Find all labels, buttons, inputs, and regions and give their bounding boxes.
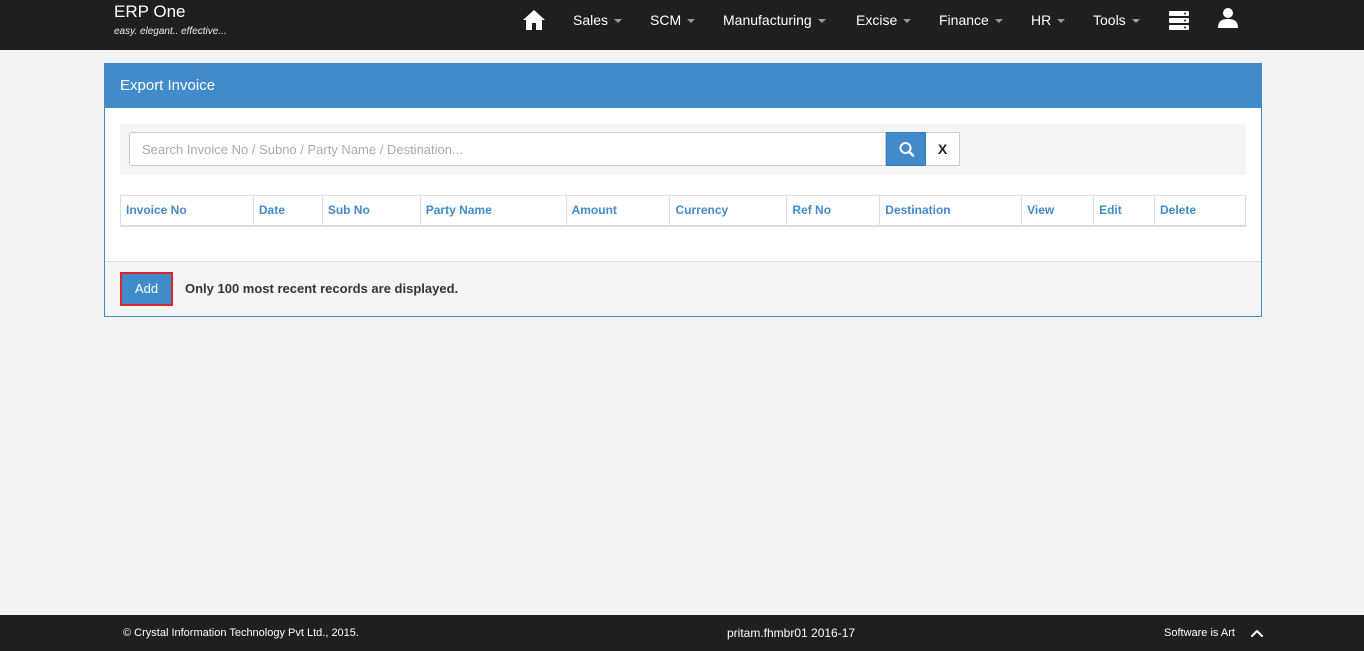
table-header-row: Invoice No Date Sub No Party Name Amount… xyxy=(120,195,1246,227)
caret-down-icon xyxy=(1131,19,1140,24)
column-header-edit: Edit xyxy=(1093,195,1155,227)
caret-down-icon xyxy=(614,19,623,24)
brand[interactable]: ERP One easy. elegant.. effective... xyxy=(114,2,227,39)
top-navbar: ERP One easy. elegant.. effective... Sal… xyxy=(0,0,1364,50)
panel-title: Export Invoice xyxy=(105,64,1261,108)
caret-down-icon xyxy=(994,19,1003,24)
search-bar: X xyxy=(120,124,1246,175)
nav-item-label: Excise xyxy=(856,12,898,28)
nav-item-label: Finance xyxy=(939,12,989,28)
caret-down-icon xyxy=(817,19,826,24)
home-icon[interactable] xyxy=(522,8,546,32)
user-icon[interactable] xyxy=(1217,7,1241,31)
nav-item-label: Manufacturing xyxy=(723,12,812,28)
chevron-up-icon[interactable] xyxy=(1250,627,1264,639)
nav-item-label: Tools xyxy=(1093,12,1126,28)
nav-item-tools[interactable]: Tools xyxy=(1093,0,1140,40)
column-header-ref-no[interactable]: Ref No xyxy=(786,195,881,227)
nav-item-scm[interactable]: SCM xyxy=(650,0,696,40)
column-header-amount[interactable]: Amount xyxy=(565,195,671,227)
caret-down-icon xyxy=(687,19,696,24)
nav-item-excise[interactable]: Excise xyxy=(856,0,912,40)
caret-down-icon xyxy=(903,19,912,24)
server-stack-icon[interactable] xyxy=(1168,9,1192,33)
column-header-view: View xyxy=(1021,195,1095,227)
nav-item-manufacturing[interactable]: Manufacturing xyxy=(723,0,826,40)
clear-search-button[interactable]: X xyxy=(926,132,960,166)
nav-item-label: Sales xyxy=(573,12,609,28)
session-info: pritam.fhmbr01 2016-17 xyxy=(727,626,856,640)
nav-item-label: SCM xyxy=(650,12,682,28)
search-button[interactable] xyxy=(886,132,926,166)
caret-down-icon xyxy=(1057,19,1066,24)
records-note: Only 100 most recent records are display… xyxy=(185,281,459,296)
search-icon xyxy=(899,142,915,157)
bottom-bar: © Crystal Information Technology Pvt Ltd… xyxy=(0,615,1364,651)
column-header-sub-no[interactable]: Sub No xyxy=(321,195,421,227)
brand-name: ERP One xyxy=(114,2,186,21)
brand-tagline: easy. elegant.. effective... xyxy=(114,26,227,37)
column-header-party-name[interactable]: Party Name xyxy=(419,195,567,227)
invoice-table: Invoice No Date Sub No Party Name Amount… xyxy=(120,195,1246,227)
nav-item-finance[interactable]: Finance xyxy=(939,0,1003,40)
column-header-currency[interactable]: Currency xyxy=(669,195,788,227)
export-invoice-panel: Export Invoice X Invoice No Date Sub No … xyxy=(104,63,1262,317)
add-button[interactable]: Add xyxy=(120,272,173,306)
column-header-delete: Delete xyxy=(1154,195,1246,227)
column-header-destination[interactable]: Destination xyxy=(879,195,1023,227)
copyright-text: © Crystal Information Technology Pvt Ltd… xyxy=(123,627,359,639)
motto-text: Software is Art xyxy=(1164,627,1235,639)
column-header-date[interactable]: Date xyxy=(252,195,323,227)
panel-footer: Add Only 100 most recent records are dis… xyxy=(105,261,1261,316)
nav-item-sales[interactable]: Sales xyxy=(573,0,623,40)
column-header-invoice-no[interactable]: Invoice No xyxy=(120,195,254,227)
nav-item-hr[interactable]: HR xyxy=(1031,0,1066,40)
search-input[interactable] xyxy=(129,132,886,166)
nav-item-label: HR xyxy=(1031,12,1052,28)
